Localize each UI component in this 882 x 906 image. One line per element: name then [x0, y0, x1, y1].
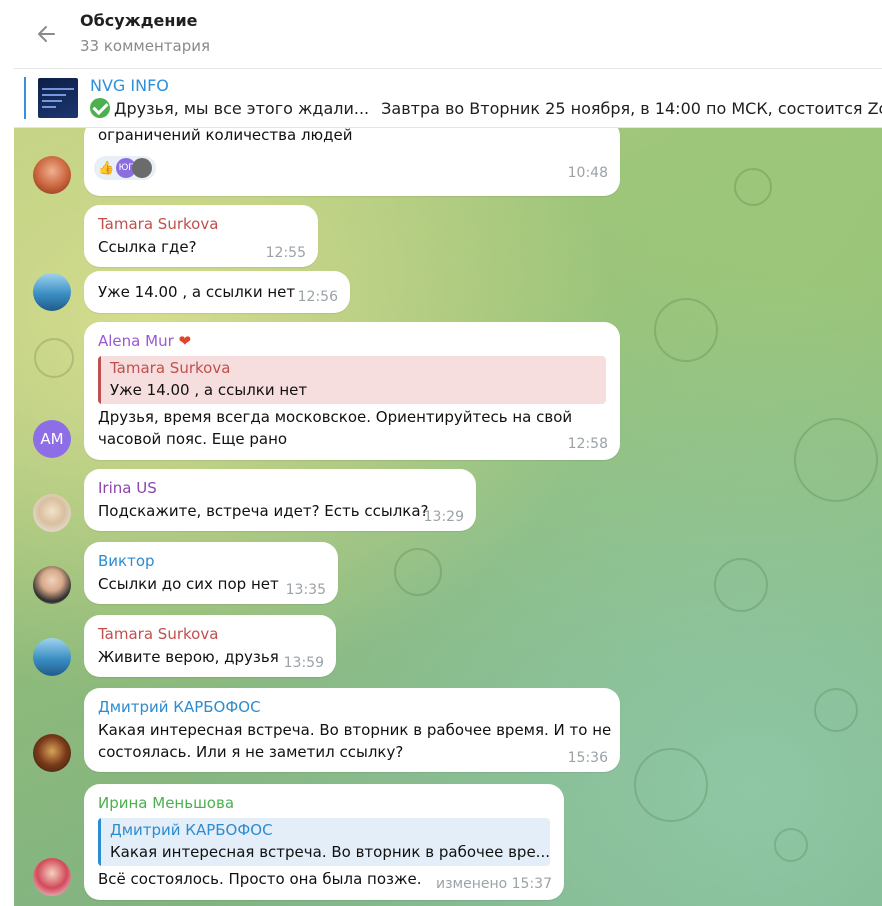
message-text-line: Друзья, время всегда московское. Ориенти…	[98, 408, 573, 426]
avatar[interactable]	[33, 494, 71, 532]
message-bubble[interactable]: Alena Mur ❤ Tamara Surkova Уже 14.00 , а…	[84, 322, 620, 460]
avatar[interactable]	[33, 156, 71, 194]
pinned-post-text: Друзья, мы все этого ждали... Завтра во …	[90, 98, 882, 118]
reply-quote[interactable]: Дмитрий КАРБОФОС Какая интересная встреч…	[98, 818, 550, 866]
message-text: Подскажите, встреча идет? Есть ссылка?	[98, 502, 429, 520]
message-bubble[interactable]: Уже 14.00 , а ссылки нет 12:56	[84, 271, 350, 313]
message-text: Ссылки до сих пор нет	[98, 575, 279, 593]
reply-author: Tamara Surkova	[110, 359, 231, 377]
arrow-left-icon	[38, 26, 55, 42]
thumbs-up-icon: 👍	[98, 160, 115, 176]
reply-text: Какая интересная встреча. Во вторник в р…	[110, 843, 550, 861]
pinned-accent-bar	[24, 77, 26, 119]
message-bubble[interactable]: Дмитрий КАРБОФОС Какая интересная встреч…	[84, 688, 620, 772]
avatar[interactable]	[33, 638, 71, 676]
message-time: 12:55	[265, 245, 306, 261]
message-author[interactable]: Irina US	[98, 479, 157, 497]
message-author-name: Alena Mur	[98, 332, 174, 350]
message-time: 13:29	[423, 509, 464, 525]
pinned-post[interactable]: NVG INFO Друзья, мы все этого ждали... З…	[14, 69, 882, 128]
message-bubble[interactable]: Ирина Меньшова Дмитрий КАРБОФОС Какая ин…	[84, 784, 564, 900]
pinned-text-part2: Завтра во Вторник 25 ноября, в 14:00 по …	[381, 98, 882, 118]
pinned-text-part1: Друзья, мы все этого ждали...	[114, 98, 370, 118]
avatar[interactable]	[33, 734, 71, 772]
message-text-line: Какая интересная встреча. Во вторник в р…	[98, 721, 612, 739]
discussion-header: Обсуждение 33 комментария	[14, 0, 882, 69]
message-author[interactable]: Tamara Surkova	[98, 625, 218, 643]
message-text: Ссылка где?	[98, 238, 197, 256]
message-bubble[interactable]: Виктор Ссылки до сих пор нет 13:35	[84, 542, 338, 604]
avatar-initials: AM	[40, 430, 64, 448]
reaction-thumbs-up[interactable]: 👍 ЮГ	[94, 156, 157, 180]
avatar[interactable]	[33, 858, 71, 896]
page-title: Обсуждение	[80, 11, 198, 30]
message-time: 13:35	[285, 582, 326, 598]
back-button[interactable]	[32, 20, 60, 48]
reply-accent-bar	[98, 818, 101, 866]
message-text: ограничений количества людей	[98, 128, 353, 144]
avatar[interactable]	[33, 566, 71, 604]
comment-count: 33 комментария	[80, 37, 210, 55]
message-text: Уже 14.00 , а ссылки нет	[98, 283, 296, 301]
message-text-line: часовой пояс. Еще рано	[98, 430, 288, 448]
message-text: Живите верою, друзья	[98, 648, 279, 666]
message-bubble[interactable]: Irina US Подскажите, встреча идет? Есть …	[84, 469, 476, 531]
message-author[interactable]: Alena Mur ❤	[98, 332, 191, 350]
message-text: Всё состоялось. Просто она была позже.	[98, 870, 422, 888]
reactor-avatar	[132, 158, 153, 178]
message-time: 12:58	[567, 436, 608, 452]
pinned-thumbnail	[38, 78, 78, 118]
reactions-row[interactable]: 👍 ЮГ	[94, 156, 157, 180]
message-author[interactable]: Виктор	[98, 552, 155, 570]
message-time: 15:36	[567, 750, 608, 766]
fire-heart-icon: ❤	[178, 332, 192, 350]
avatar[interactable]: AM	[33, 420, 71, 458]
message-time: 13:59	[283, 655, 324, 671]
chat-area[interactable]: ограничений количества людей 👍 ЮГ 10:48 …	[14, 128, 882, 906]
pinned-channel-name: NVG INFO	[90, 76, 169, 95]
message-time: 12:56	[297, 289, 338, 305]
reply-quote[interactable]: Tamara Surkova Уже 14.00 , а ссылки нет	[98, 356, 606, 404]
avatar[interactable]	[33, 273, 71, 311]
reply-author: Дмитрий КАРБОФОС	[110, 821, 273, 839]
message-time: 10:48	[567, 165, 608, 181]
message-bubble[interactable]: ограничений количества людей 👍 ЮГ 10:48	[84, 128, 620, 196]
reply-text: Уже 14.00 , а ссылки нет	[110, 381, 308, 399]
message-time: изменено 15:37	[436, 876, 552, 892]
message-author[interactable]: Ирина Меньшова	[98, 794, 234, 812]
left-panel-edge	[0, 0, 15, 906]
message-author[interactable]: Дмитрий КАРБОФОС	[98, 698, 261, 716]
message-author[interactable]: Tamara Surkova	[98, 215, 218, 233]
message-text-line: состоялась. Или я не заметил ссылку?	[98, 743, 404, 761]
reply-accent-bar	[98, 356, 101, 404]
check-mark-icon	[90, 98, 110, 118]
message-bubble[interactable]: Tamara Surkova Живите верою, друзья 13:5…	[84, 615, 336, 677]
message-bubble[interactable]: Tamara Surkova Ссылка где? 12:55	[84, 205, 318, 267]
